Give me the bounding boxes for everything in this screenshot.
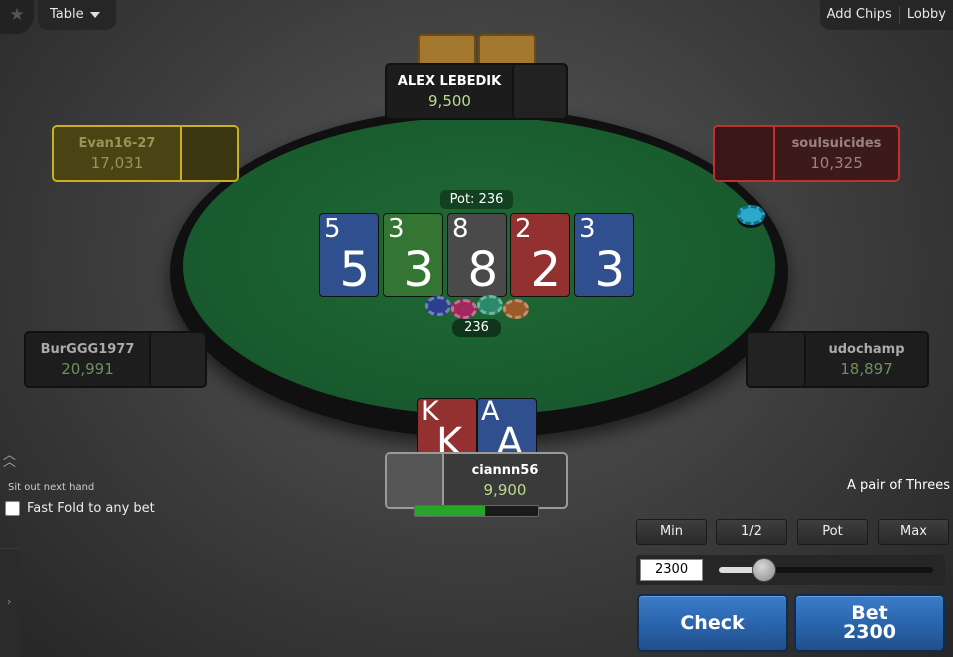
fast-fold-checkbox[interactable]	[5, 501, 20, 516]
face-down-card	[418, 34, 476, 66]
table-menu-label: Table	[50, 7, 84, 22]
card-rank-large: 8	[467, 242, 498, 298]
chip-icon	[425, 296, 451, 316]
bet-amount-label: 2300	[843, 621, 896, 643]
player-stack: 17,031	[90, 153, 144, 172]
avatar	[715, 127, 775, 180]
player-name: Evan16-27	[78, 135, 156, 151]
caret-down-icon	[89, 11, 100, 18]
card-rank-large: 2	[530, 242, 561, 298]
lobby-button[interactable]: Lobby	[900, 0, 953, 30]
avatar	[512, 65, 566, 118]
chevron-right-icon: ›	[7, 595, 12, 608]
card-rank-small: 3	[579, 214, 596, 244]
player-stack: 20,991	[61, 359, 114, 378]
board-card: 3 3	[383, 213, 443, 298]
seat-right-upper[interactable]: soulsuicides 10,325	[713, 125, 900, 182]
seat-right-lower[interactable]: udochamp 18,897	[746, 331, 929, 388]
hero-hole-card: K K	[417, 398, 477, 458]
avatar	[748, 333, 806, 386]
table-menu-button[interactable]: Table	[38, 0, 116, 30]
card-rank-small: 3	[388, 214, 405, 244]
board-card: 2 2	[510, 213, 570, 298]
pot-amount: 236	[452, 319, 501, 337]
chip-icon	[503, 299, 529, 319]
player-stack: 9,900	[483, 480, 527, 499]
face-down-card	[478, 34, 536, 66]
seat-top[interactable]: ALEX LEBEDIK 9,500	[385, 63, 568, 120]
board-card: 5 5	[319, 213, 379, 298]
double-chevron-up-icon[interactable]: ︿ ︿	[3, 449, 16, 469]
dealer-button-icon	[737, 205, 765, 225]
card-rank-small: 5	[324, 214, 341, 244]
add-chips-button[interactable]: Add Chips	[820, 0, 899, 30]
star-icon[interactable]: ★	[0, 0, 34, 34]
chip-icon	[451, 299, 477, 319]
board-card: 3 3	[574, 213, 634, 298]
seat-hero[interactable]: ciannn56 9,900	[385, 452, 568, 509]
avatar	[180, 127, 237, 180]
min-bet-button[interactable]: Min	[636, 519, 707, 545]
check-button[interactable]: Check	[637, 594, 788, 652]
player-stack: 18,897	[840, 359, 893, 378]
card-rank-large: 3	[594, 242, 625, 298]
pot-bet-button[interactable]: Pot	[797, 519, 868, 545]
bet-button[interactable]: Bet 2300	[794, 594, 945, 652]
fast-fold-option[interactable]: Fast Fold to any bet	[5, 501, 155, 516]
timer-fill	[415, 506, 486, 516]
player-name: ALEX LEBEDIK	[397, 73, 502, 89]
sit-out-next-hand[interactable]: Sit out next hand	[8, 482, 94, 493]
seat-left-upper[interactable]: Evan16-27 17,031	[52, 125, 239, 182]
pot-label: Pot: 236	[440, 190, 513, 209]
card-rank-large: 5	[339, 242, 370, 298]
fast-fold-label: Fast Fold to any bet	[27, 501, 155, 516]
bet-slider-handle[interactable]	[751, 558, 776, 582]
avatar	[387, 454, 444, 507]
player-stack: 10,325	[810, 153, 863, 172]
bet-amount-input[interactable]: 2300	[640, 559, 703, 581]
seat-left-lower[interactable]: BurGGG1977 20,991	[24, 331, 207, 388]
player-name: BurGGG1977	[40, 341, 135, 357]
card-rank-large: 3	[403, 242, 434, 298]
player-name: ciannn56	[471, 462, 539, 478]
check-label: Check	[680, 612, 745, 634]
top-right-menu: Add Chips Lobby	[819, 0, 953, 30]
card-rank-small: 8	[452, 214, 469, 244]
player-name: udochamp	[828, 341, 905, 357]
max-bet-button[interactable]: Max	[878, 519, 949, 545]
board-card: 8 8	[447, 213, 507, 298]
card-rank-small: 2	[515, 214, 532, 244]
avatar	[149, 333, 205, 386]
chip-icon	[477, 295, 503, 315]
player-stack: 9,500	[428, 91, 471, 110]
hero-hole-card: A A	[477, 398, 537, 458]
hand-description: A pair of Threes	[847, 478, 951, 493]
player-name: soulsuicides	[791, 135, 882, 151]
action-timer	[414, 505, 539, 517]
side-panel-toggle[interactable]: ›	[0, 548, 20, 657]
half-pot-button[interactable]: 1/2	[716, 519, 787, 545]
